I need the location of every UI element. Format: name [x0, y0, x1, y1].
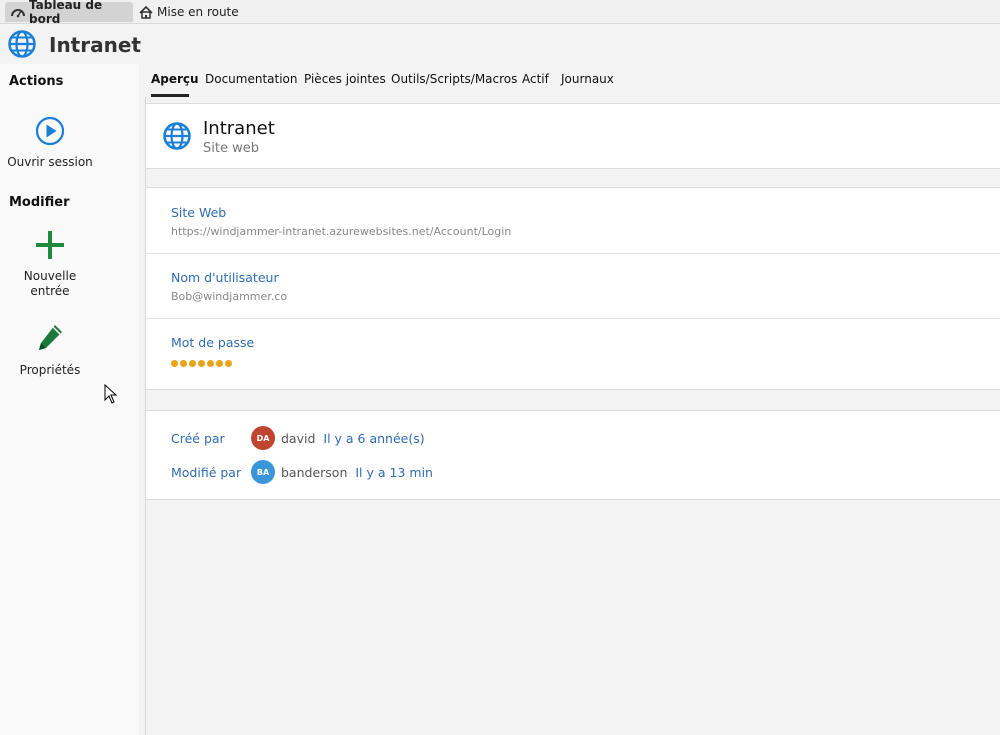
- tab-overview[interactable]: Aperçu: [151, 72, 199, 86]
- properties-label: Propriétés: [19, 363, 81, 377]
- play-icon: [35, 116, 65, 149]
- password-dot: [171, 360, 178, 367]
- password-dot: [198, 360, 205, 367]
- avatar: BA: [251, 460, 275, 484]
- field-username-value[interactable]: Bob@windjammer.co: [171, 290, 287, 303]
- properties-button[interactable]: Propriétés: [0, 322, 100, 377]
- password-dot: [180, 360, 187, 367]
- entry-type: Site web: [203, 141, 259, 156]
- tab-attachments[interactable]: Pièces jointes: [304, 72, 386, 86]
- content-tabs: Aperçu Documentation Pièces jointes Outi…: [146, 64, 1000, 96]
- entry-header: Intranet Site web: [146, 103, 1000, 169]
- created-user: david: [281, 430, 316, 446]
- entry-meta: Créé par DA david Il y a 6 année(s) Modi…: [146, 410, 1000, 500]
- app-title: Intranet: [49, 33, 141, 57]
- mouse-cursor-icon: [104, 383, 118, 407]
- sidebar: Actions Ouvrir session Modifier Nouvelle…: [0, 64, 139, 735]
- entry-name: Intranet: [203, 118, 275, 139]
- actions-heading: Actions: [9, 74, 64, 89]
- created-time: Il y a 6 année(s): [323, 430, 425, 446]
- password-dot: [189, 360, 196, 367]
- tab-getting-started[interactable]: Mise en route: [133, 2, 247, 22]
- modify-heading: Modifier: [9, 195, 70, 210]
- entry-fields: Site Web https://windjammer-intranet.azu…: [146, 187, 1000, 390]
- top-tab-bar: Tableau de bord Mise en route: [0, 0, 1000, 26]
- home-icon: [139, 5, 153, 19]
- tab-getting-started-label: Mise en route: [157, 5, 239, 19]
- password-dot: [207, 360, 214, 367]
- field-username-label: Nom d'utilisateur: [171, 270, 279, 285]
- password-mask[interactable]: [171, 360, 232, 367]
- tab-tools-scripts-macros[interactable]: Outils/Scripts/Macros: [391, 72, 517, 86]
- field-website-value[interactable]: https://windjammer-intranet.azurewebsite…: [171, 225, 511, 238]
- password-dot: [216, 360, 223, 367]
- password-dot: [225, 360, 232, 367]
- field-username: Nom d'utilisateur Bob@windjammer.co: [146, 253, 1000, 319]
- modified-row: Modifié par BA banderson Il y a 13 min: [171, 460, 433, 484]
- globe-icon: [7, 29, 37, 62]
- created-label: Créé par: [171, 430, 225, 446]
- field-password-label: Mot de passe: [171, 335, 255, 350]
- modified-user: banderson: [281, 464, 348, 480]
- tab-dashboard[interactable]: Tableau de bord: [5, 0, 133, 26]
- tab-logs[interactable]: Journaux: [561, 72, 614, 86]
- modified-label: Modifié par: [171, 464, 242, 480]
- open-session-label: Ouvrir session: [7, 155, 93, 169]
- field-website: Site Web https://windjammer-intranet.azu…: [146, 188, 1000, 254]
- dashboard-icon: [11, 6, 25, 18]
- modified-time: Il y a 13 min: [355, 464, 433, 480]
- pencil-icon: [35, 322, 65, 357]
- website-globe-icon: [162, 121, 192, 154]
- field-password: Mot de passe: [146, 318, 1000, 383]
- field-website-label: Site Web: [171, 205, 227, 220]
- created-row: Créé par DA david Il y a 6 année(s): [171, 426, 425, 450]
- tab-documentation[interactable]: Documentation: [205, 72, 298, 86]
- new-entry-label: Nouvelle entrée: [23, 269, 77, 298]
- tab-dashboard-label: Tableau de bord: [29, 0, 103, 26]
- tab-asset[interactable]: Actif: [522, 72, 549, 86]
- new-entry-button[interactable]: Nouvelle entrée: [0, 230, 100, 299]
- app-header: Intranet: [0, 24, 1000, 64]
- add-icon: [35, 230, 65, 263]
- avatar: DA: [251, 426, 275, 450]
- open-session-button[interactable]: Ouvrir session: [0, 116, 100, 169]
